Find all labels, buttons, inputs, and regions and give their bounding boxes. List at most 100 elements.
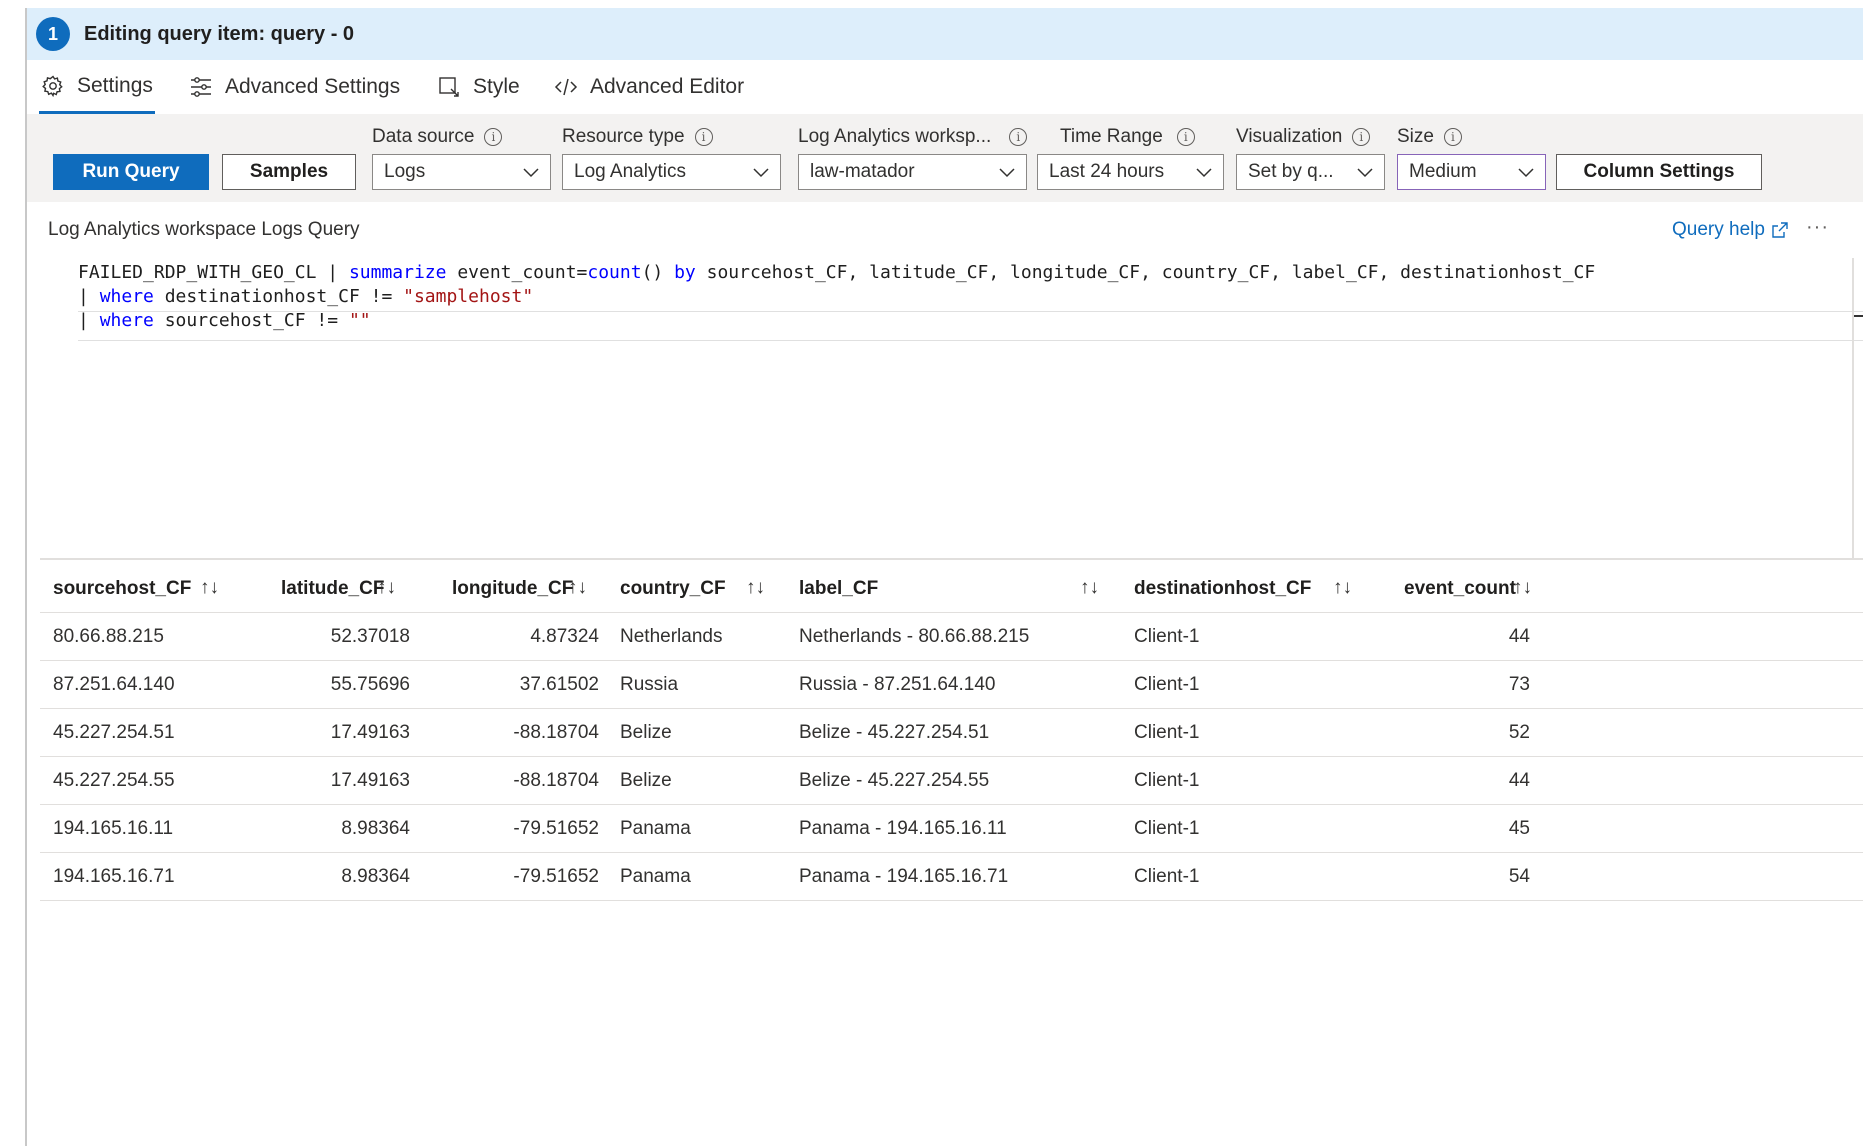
visualization-label: Visualization i — [1236, 126, 1371, 148]
samples-button[interactable]: Samples — [222, 154, 356, 190]
cell-longitude: -88.18704 — [513, 770, 599, 791]
column-header-latitude[interactable]: latitude_CF — [281, 565, 384, 613]
cell-country: Russia — [620, 674, 679, 695]
info-icon[interactable]: i — [1176, 128, 1195, 146]
resource-type-label-text: Resource type — [562, 126, 685, 147]
sort-icon[interactable]: ↑↓ — [377, 577, 396, 599]
query-help-label: Query help — [1672, 219, 1765, 240]
column-header-destinationhost[interactable]: destinationhost_CF — [1134, 565, 1311, 613]
query-section-label: Log Analytics workspace Logs Query — [48, 219, 360, 240]
column-header-label[interactable]: label_CF — [799, 565, 878, 613]
tab-advanced-settings[interactable]: Advanced Settings — [187, 60, 400, 114]
info-icon[interactable]: i — [484, 128, 503, 146]
cell-destinationhost: Client-1 — [1134, 722, 1200, 743]
data-source-label: Data source i — [372, 126, 503, 148]
table-row[interactable]: 87.251.64.140 55.75696 37.61502 Russia R… — [40, 661, 1863, 709]
code-token: event_count= — [446, 262, 588, 283]
cell-destinationhost: Client-1 — [1134, 626, 1200, 647]
tab-advanced-editor[interactable]: Advanced Editor — [552, 60, 744, 114]
time-range-dropdown[interactable]: Last 24 hours — [1037, 154, 1224, 190]
column-header-longitude[interactable]: longitude_CF — [452, 565, 573, 613]
code-line-3: | where sourcehost_CF != "" — [78, 310, 371, 331]
table-row[interactable]: 194.165.16.11 8.98364 -79.51652 Panama P… — [40, 805, 1863, 853]
column-settings-button[interactable]: Column Settings — [1556, 154, 1762, 190]
cell-latitude: 17.49163 — [330, 722, 410, 743]
sort-icon[interactable]: ↑↓ — [1080, 577, 1099, 599]
query-help-link[interactable]: Query help — [1672, 219, 1789, 241]
table-row[interactable]: 45.227.254.51 17.49163 -88.18704 Belize … — [40, 709, 1863, 757]
cell-country: Belize — [620, 722, 672, 743]
step-badge: 1 — [36, 17, 70, 51]
column-header-sourcehost[interactable]: sourcehost_CF — [53, 565, 191, 613]
data-source-dropdown[interactable]: Logs — [372, 154, 551, 190]
info-icon[interactable]: i — [694, 128, 713, 146]
sort-icon[interactable]: ↑↓ — [568, 577, 587, 599]
sort-icon[interactable]: ↑↓ — [1333, 577, 1352, 599]
code-string: "" — [348, 310, 371, 331]
tab-settings[interactable]: Settings — [39, 60, 155, 114]
info-icon[interactable]: i — [1352, 128, 1371, 146]
sort-icon[interactable]: ↑↓ — [746, 577, 765, 599]
column-header-country[interactable]: country_CF — [620, 565, 726, 613]
cell-longitude: -79.51652 — [513, 866, 599, 887]
run-query-button[interactable]: Run Query — [53, 154, 209, 190]
table-row[interactable]: 45.227.254.55 17.49163 -88.18704 Belize … — [40, 757, 1863, 805]
gear-icon — [39, 72, 67, 100]
cell-event-count: 73 — [1508, 674, 1530, 695]
table-row[interactable]: 194.165.16.71 8.98364 -79.51652 Panama P… — [40, 853, 1863, 901]
code-token: | — [78, 286, 100, 307]
editor-scroll-marker — [1853, 315, 1863, 317]
grid-header-row: sourcehost_CF ↑↓ latitude_CF ↑↓ longitud… — [40, 565, 1863, 613]
cell-latitude: 8.98364 — [341, 866, 410, 887]
resource-type-dropdown[interactable]: Log Analytics — [562, 154, 781, 190]
cell-destinationhost: Client-1 — [1134, 674, 1200, 695]
size-dropdown[interactable]: Medium — [1397, 154, 1546, 190]
column-header-event-count[interactable]: event_count — [1404, 565, 1516, 613]
time-range-label-text: Time Range — [1060, 126, 1163, 147]
editor-results-divider[interactable] — [40, 558, 1863, 560]
code-token: sourcehost_CF, latitude_CF, longitude_CF… — [695, 262, 1596, 283]
column-header-label: destinationhost_CF — [1134, 578, 1312, 599]
workspace-value: law-matador — [810, 161, 915, 182]
column-header-label: sourcehost_CF — [53, 578, 192, 599]
cell-sourcehost: 45.227.254.55 — [53, 770, 175, 791]
sliders-icon — [187, 73, 215, 101]
cell-event-count: 54 — [1508, 866, 1530, 887]
workspace-dropdown[interactable]: law-matador — [798, 154, 1027, 190]
cell-latitude: 8.98364 — [341, 818, 410, 839]
tab-advanced-settings-label: Advanced Settings — [225, 75, 401, 98]
tab-style[interactable]: Style — [435, 60, 520, 114]
cell-longitude: 4.87324 — [530, 626, 599, 647]
cell-country: Panama — [620, 818, 691, 839]
cell-label: Netherlands - 80.66.88.215 — [799, 626, 1030, 647]
editor-scrollbar[interactable] — [1852, 258, 1854, 558]
code-icon — [552, 73, 580, 101]
resource-type-label: Resource type i — [562, 126, 713, 148]
cell-sourcehost: 194.165.16.11 — [53, 818, 174, 839]
info-icon[interactable]: i — [1443, 128, 1462, 146]
table-row[interactable]: 80.66.88.215 52.37018 4.87324 Netherland… — [40, 613, 1863, 661]
column-header-label-text: label_CF — [799, 578, 879, 599]
code-token: sourcehost_CF != — [153, 310, 349, 331]
column-header-label: event_count — [1404, 578, 1516, 599]
editing-header: 1 Editing query item: query - 0 — [27, 8, 1863, 60]
tab-advanced-editor-label: Advanced Editor — [590, 75, 745, 98]
visualization-label-text: Visualization — [1236, 126, 1343, 147]
info-icon[interactable]: i — [1009, 128, 1028, 146]
cell-latitude: 17.49163 — [330, 770, 410, 791]
more-options-icon[interactable]: ··· — [1806, 216, 1829, 239]
editor-line-highlight-bottom — [78, 340, 1863, 341]
workspace-label: Log Analytics worksp... i — [798, 126, 1028, 148]
cell-event-count: 52 — [1508, 722, 1530, 743]
cell-country: Belize — [620, 770, 672, 791]
chevron-down-icon — [1196, 168, 1212, 178]
visualization-dropdown[interactable]: Set by q... — [1236, 154, 1385, 190]
sort-icon[interactable]: ↑↓ — [1513, 577, 1532, 599]
query-code-editor[interactable]: FAILED_RDP_WITH_GEO_CL | summarize event… — [40, 255, 1863, 555]
sort-icon[interactable]: ↑↓ — [200, 577, 219, 599]
cell-label: Belize - 45.227.254.55 — [799, 770, 990, 791]
code-token: () — [641, 262, 675, 283]
time-range-label: Time Range i — [1060, 126, 1195, 148]
cell-label: Russia - 87.251.64.140 — [799, 674, 996, 695]
code-keyword: by — [674, 262, 696, 283]
